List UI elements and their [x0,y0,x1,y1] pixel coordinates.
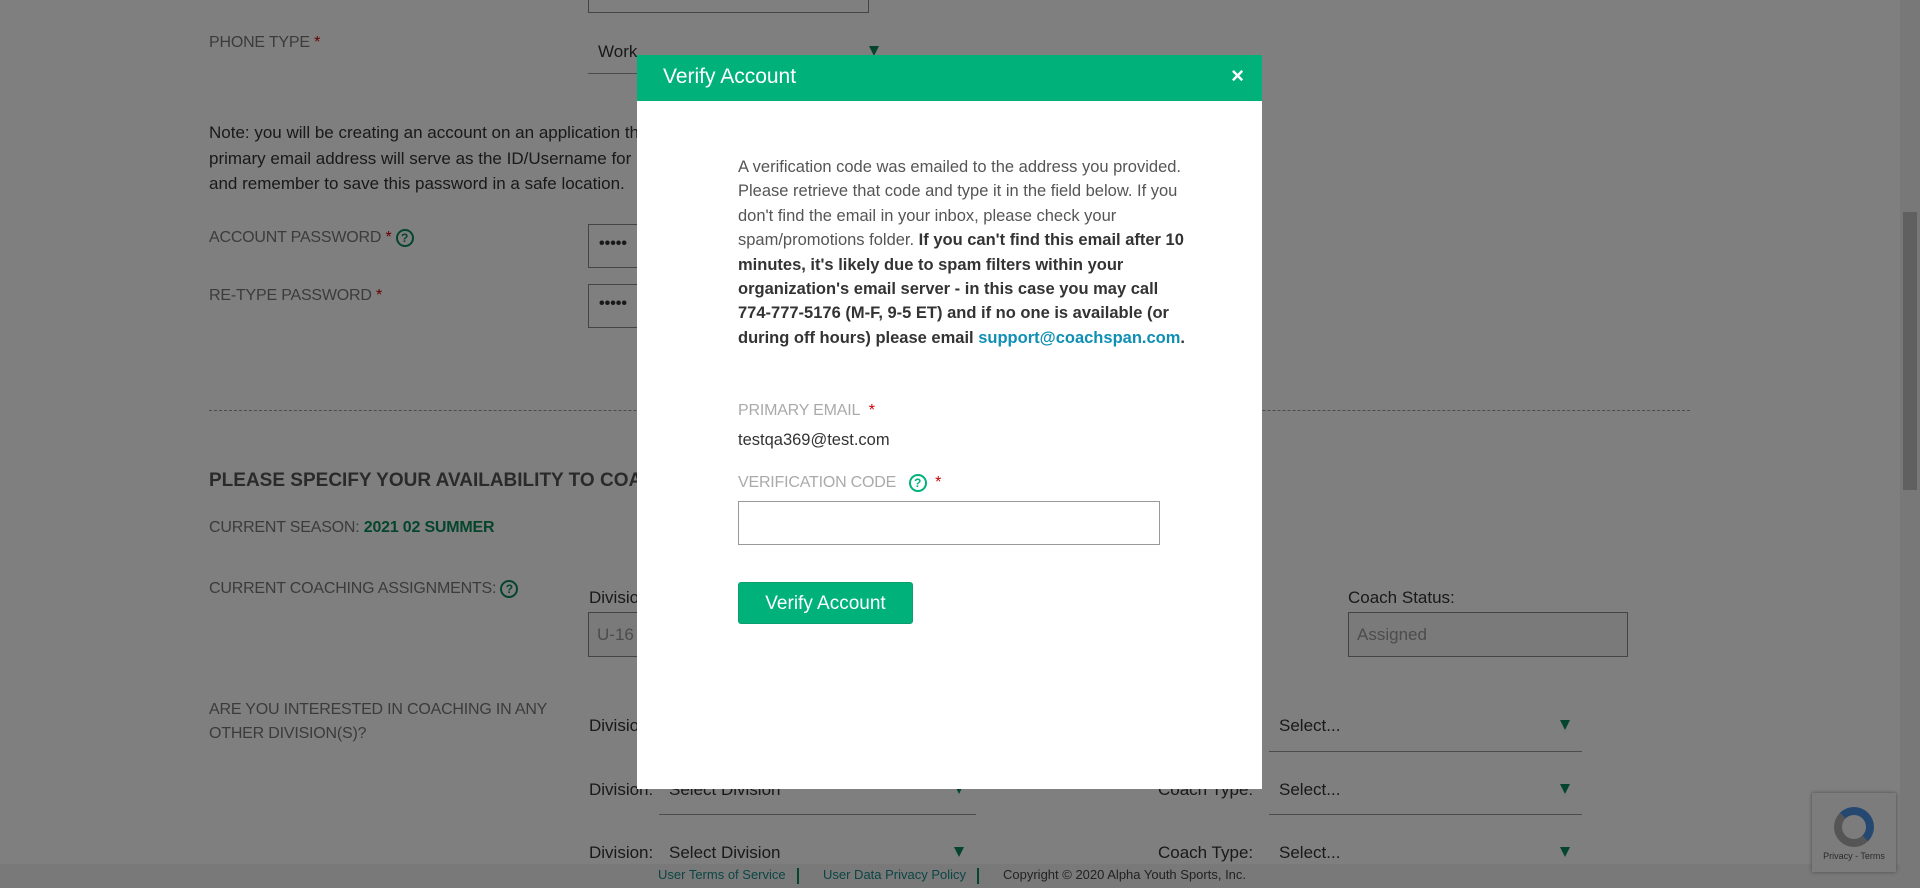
required-mark: * [868,402,875,419]
close-icon[interactable]: × [1231,63,1244,89]
label-text: PRIMARY EMAIL [738,402,861,419]
verify-account-button[interactable]: Verify Account [738,582,913,624]
required-mark: * [935,474,942,492]
verification-instructions: A verification code was emailed to the a… [738,155,1188,350]
period: . [1180,328,1186,347]
primary-email-label: PRIMARY EMAIL * [738,402,875,420]
verification-code-label: VERIFICATION CODE ? * [738,474,941,492]
label-text: VERIFICATION CODE [738,474,897,492]
support-email-link[interactable]: support@coachspan.com [978,329,1180,347]
verify-account-modal: Verify Account × A verification code was… [637,55,1262,789]
help-icon[interactable]: ? [908,474,927,492]
modal-title: Verify Account [663,65,797,88]
primary-email-value: testqa369@test.com [738,431,890,449]
modal-header: Verify Account × [637,55,1262,101]
verification-code-input[interactable] [738,501,1160,545]
